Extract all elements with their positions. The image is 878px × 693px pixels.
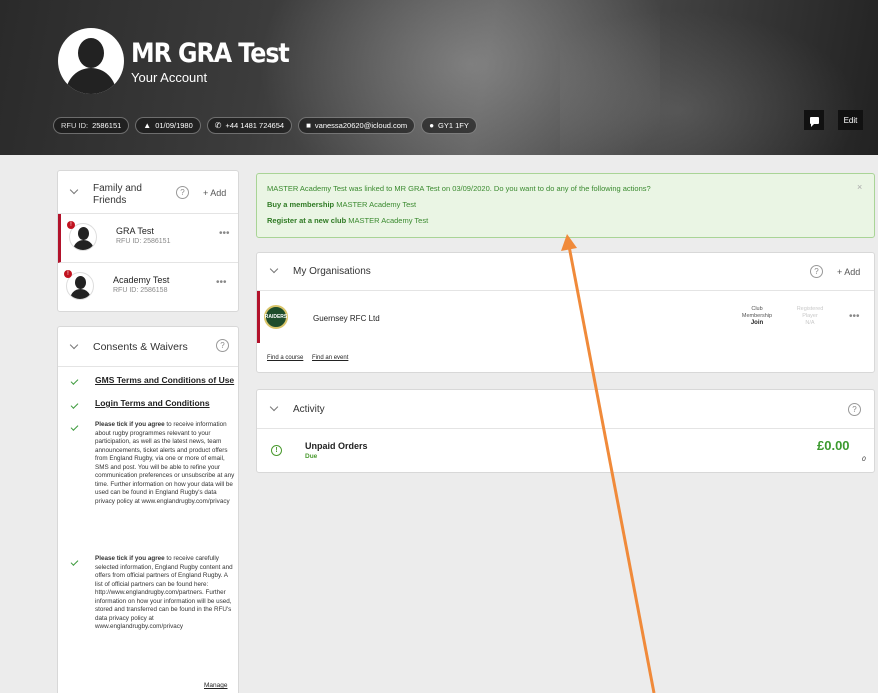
consents-panel: Consents & Waivers ? GMS Terms and Condi…: [57, 326, 239, 693]
cake-icon: ▲: [143, 121, 152, 130]
gms-terms-link[interactable]: GMS Terms and Conditions of Use: [95, 375, 234, 385]
profile-avatar: [58, 28, 124, 94]
consents-panel-header: Consents & Waivers ?: [58, 327, 238, 367]
dob-pill: ▲ 01/09/1980: [135, 117, 201, 134]
link-notification-banner: MASTER Academy Test was linked to MR GRA…: [256, 173, 875, 238]
registered-value: N/A: [805, 320, 815, 326]
check-icon: [70, 423, 79, 431]
chevron-down-icon[interactable]: [69, 340, 79, 350]
message-button[interactable]: [804, 110, 824, 130]
organisation-links: Find a course Find an event: [267, 355, 355, 361]
unpaid-amount: £0.00: [817, 438, 850, 453]
add-family-button[interactable]: + Add: [203, 188, 226, 198]
member-name: GRA Test: [116, 226, 154, 236]
consent-bold: Please tick if you agree: [95, 555, 165, 562]
organisations-header: My Organisations ? + Add: [257, 253, 874, 291]
profile-name: MR GRA Test: [131, 38, 290, 69]
check-icon: [70, 377, 79, 385]
phone-icon: ✆: [214, 121, 222, 130]
join-link[interactable]: Join: [732, 320, 782, 327]
phone-value: +44 1481 724654: [225, 121, 285, 130]
member-rfu-id: RFU ID: 2586151: [116, 238, 171, 245]
family-panel-header: Family and Friends ? + Add: [58, 171, 238, 214]
rfu-id-label: RFU ID:: [61, 121, 89, 130]
unpaid-count: 0: [862, 456, 866, 463]
membership-label: Club: [751, 306, 763, 312]
member-name: Academy Test: [113, 275, 170, 285]
registered-player-column: Registered Player N/A: [790, 306, 830, 327]
activity-panel: Activity ? ! Unpaid Orders Due £0.00 0: [256, 389, 875, 473]
club-name[interactable]: Guernsey RFC Ltd: [313, 314, 380, 323]
family-member-row[interactable]: ! Academy Test RFU ID: 2586158 •••: [58, 263, 238, 312]
find-event-link[interactable]: Find an event: [312, 355, 348, 361]
partner-comms-consent: Please tick if you agree to receive care…: [95, 555, 235, 632]
alert-badge-icon: !: [64, 270, 72, 278]
check-icon: [70, 558, 79, 566]
organisations-panel: My Organisations ? + Add RAIDERS Guernse…: [256, 252, 875, 373]
consents-panel-title: Consents & Waivers: [93, 341, 188, 353]
register-club-action[interactable]: Register at a new club MASTER Academy Te…: [267, 216, 428, 225]
close-icon[interactable]: ×: [857, 182, 862, 192]
action-bold[interactable]: Buy a membership: [267, 200, 334, 209]
help-icon[interactable]: ?: [216, 339, 229, 352]
activity-header: Activity ?: [257, 390, 874, 429]
organisations-title: My Organisations: [293, 266, 371, 277]
add-organisation-button[interactable]: + Add: [837, 267, 860, 277]
organisation-row[interactable]: RAIDERS Guernsey RFC Ltd Club Membership…: [257, 291, 874, 343]
action-text: MASTER Academy Test: [334, 200, 417, 209]
activity-title: Activity: [293, 404, 325, 415]
member-rfu-id: RFU ID: 2586158: [113, 287, 168, 294]
profile-subtitle: Your Account: [131, 70, 208, 85]
email-value: vanessa20620@icloud.com: [314, 121, 408, 130]
envelope-icon: ■: [306, 121, 311, 130]
buy-membership-action[interactable]: Buy a membership MASTER Academy Test: [267, 200, 416, 209]
edit-button[interactable]: Edit: [838, 110, 863, 130]
find-course-link[interactable]: Find a course: [267, 355, 303, 361]
action-bold[interactable]: Register at a new club: [267, 216, 346, 225]
more-options-icon[interactable]: •••: [219, 228, 230, 239]
help-icon[interactable]: ?: [176, 186, 189, 199]
family-member-row[interactable]: ! GRA Test RFU ID: 2586151 •••: [58, 214, 238, 263]
membership-label: Membership: [741, 313, 773, 319]
chevron-down-icon[interactable]: [269, 264, 279, 274]
rfu-id-value: 2586151: [92, 121, 122, 130]
phone-pill: ✆ +44 1481 724654: [206, 117, 293, 134]
alert-circle-icon: !: [271, 445, 282, 456]
action-text: MASTER Academy Test: [346, 216, 429, 225]
club-logo: RAIDERS: [264, 305, 288, 329]
more-options-icon[interactable]: •••: [216, 277, 227, 288]
registered-label: Player: [802, 313, 818, 319]
consent-text: to receive information about rugby progr…: [95, 421, 235, 505]
check-icon: [70, 401, 79, 409]
banner-message: MASTER Academy Test was linked to MR GRA…: [267, 184, 651, 193]
postcode-value: GY1 1FY: [438, 121, 469, 130]
manage-consents-link[interactable]: Manage: [204, 682, 228, 689]
help-icon[interactable]: ?: [848, 403, 861, 416]
family-friends-panel: Family and Friends ? + Add ! GRA Test RF…: [57, 170, 239, 312]
postcode-pill: ● GY1 1FY: [421, 117, 477, 134]
consent-bold: Please tick if you agree: [95, 421, 165, 428]
alert-badge-icon: !: [67, 221, 75, 229]
chevron-down-icon[interactable]: [269, 402, 279, 412]
chevron-down-icon[interactable]: [69, 185, 79, 195]
registered-label: Registered: [796, 306, 824, 312]
email-pill: ■ vanessa20620@icloud.com: [298, 117, 416, 134]
due-label: Due: [305, 453, 318, 460]
dob-value: 01/09/1980: [155, 121, 193, 130]
unpaid-orders-label[interactable]: Unpaid Orders: [305, 441, 368, 451]
profile-header: MR GRA Test Your Account RFU ID: 2586151…: [0, 0, 878, 155]
consent-text: to receive carefully selected informatio…: [95, 555, 233, 630]
login-terms-link[interactable]: Login Terms and Conditions: [95, 398, 210, 408]
profile-info-pills: RFU ID: 2586151 ▲ 01/09/1980 ✆ +44 1481 …: [53, 117, 477, 134]
location-pin-icon: ●: [429, 121, 435, 130]
rfu-id-pill: RFU ID: 2586151: [53, 117, 130, 134]
family-panel-title: Family and Friends: [93, 183, 142, 206]
rugby-comms-consent: Please tick if you agree to receive info…: [95, 421, 235, 506]
club-membership-column[interactable]: Club Membership Join: [732, 306, 782, 327]
more-options-icon[interactable]: •••: [849, 311, 860, 322]
help-icon[interactable]: ?: [810, 265, 823, 278]
chat-bubble-icon: [809, 116, 819, 127]
